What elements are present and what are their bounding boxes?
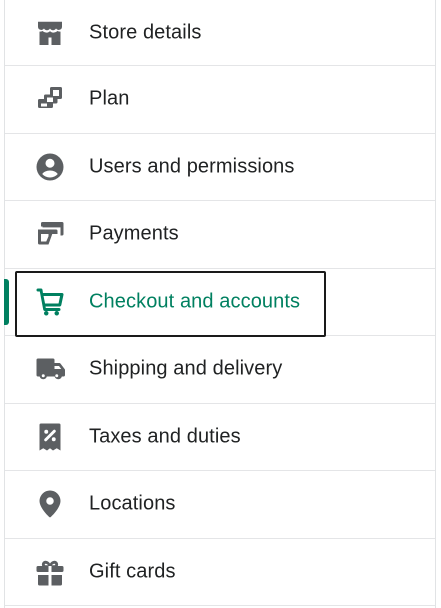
sidebar-item-label: Gift cards: [89, 560, 176, 583]
plan-icon: [35, 84, 65, 114]
settings-nav-list: Store details Plan Users and permissions…: [4, 0, 435, 606]
store-icon: [35, 18, 65, 48]
cart-icon: [35, 287, 65, 317]
user-circle-icon: [35, 152, 65, 182]
truck-icon: [35, 354, 65, 384]
sidebar-item-store-details[interactable]: Store details: [5, 0, 435, 66]
sidebar-item-label: Payments: [89, 222, 179, 245]
sidebar-item-gift-cards[interactable]: Gift cards: [5, 539, 435, 606]
gift-icon: [35, 557, 65, 587]
sidebar-item-label: Checkout and accounts: [89, 290, 301, 313]
sidebar-item-shipping-and-delivery[interactable]: Shipping and delivery: [5, 336, 435, 404]
sidebar-item-payments[interactable]: Payments: [5, 201, 435, 269]
sidebar-item-taxes-and-duties[interactable]: Taxes and duties: [5, 404, 435, 471]
payments-icon: [35, 219, 65, 249]
location-pin-icon: [35, 489, 65, 519]
sidebar-item-label: Plan: [89, 87, 130, 110]
sidebar-item-checkout-and-accounts[interactable]: Checkout and accounts: [4, 269, 435, 337]
receipt-icon: [35, 422, 65, 452]
sidebar-item-locations[interactable]: Locations: [5, 471, 435, 539]
sidebar-item-label: Shipping and delivery: [89, 357, 283, 380]
sidebar-item-plan[interactable]: Plan: [5, 66, 435, 134]
sidebar-item-label: Taxes and duties: [89, 425, 241, 448]
sidebar-item-label: Users and permissions: [89, 155, 295, 178]
sidebar-item-label: Store details: [89, 21, 202, 43]
sidebar-item-label: Locations: [89, 492, 176, 515]
sidebar-item-users-and-permissions[interactable]: Users and permissions: [5, 134, 435, 201]
active-indicator: [4, 278, 9, 325]
settings-nav-panel: Store details Plan Users and permissions…: [4, 0, 436, 608]
